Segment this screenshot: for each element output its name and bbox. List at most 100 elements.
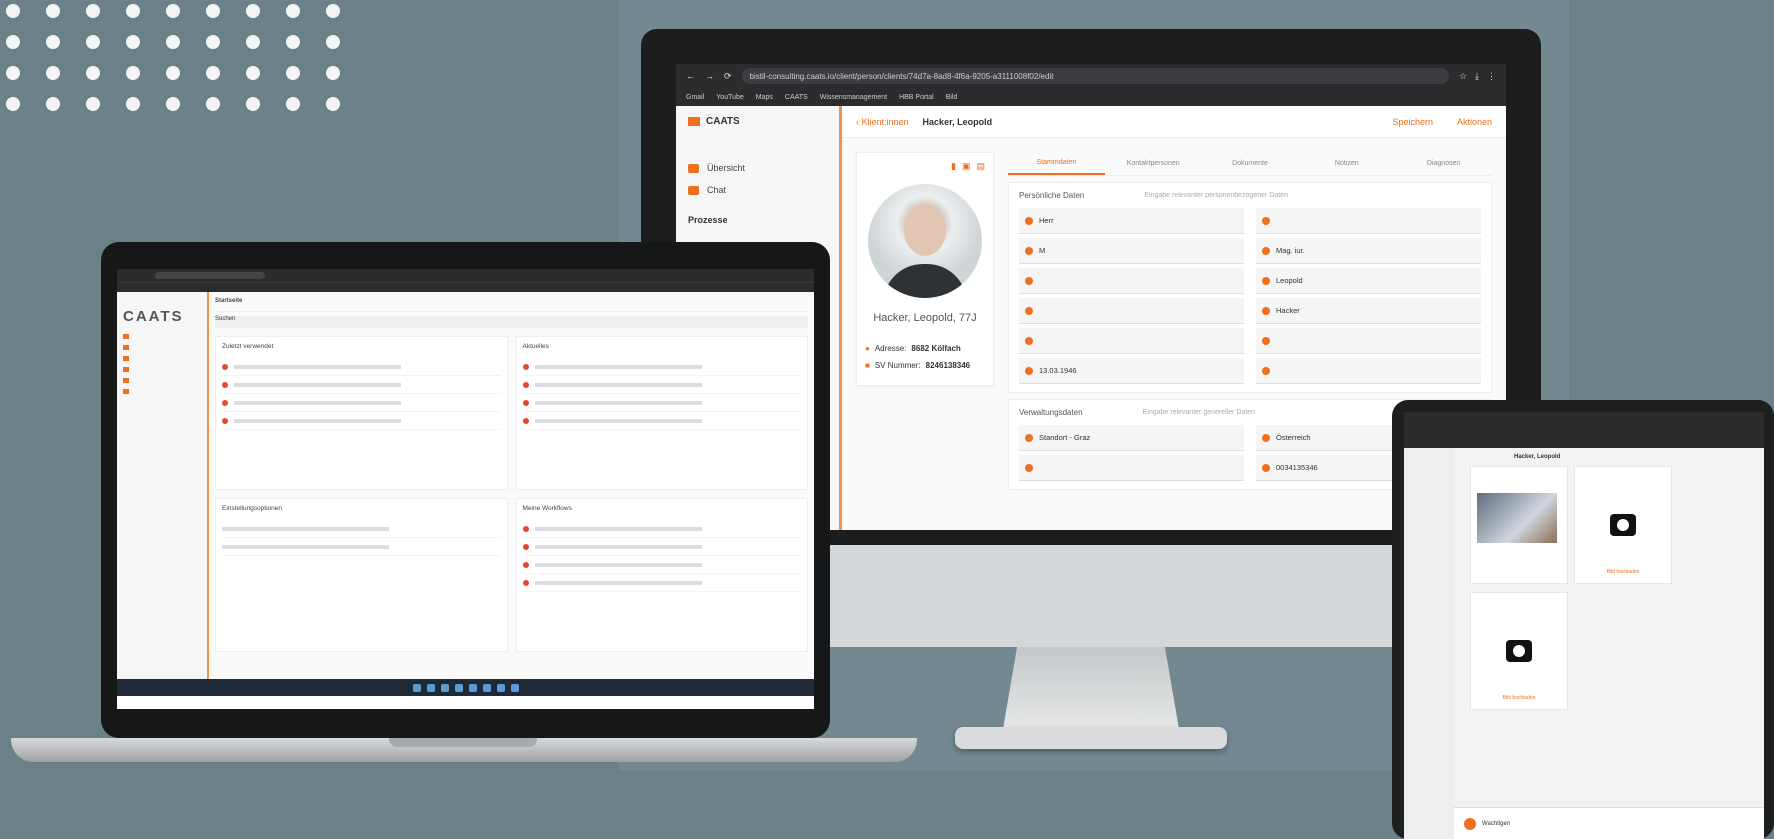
- actions-menu[interactable]: Aktionen: [1457, 117, 1492, 127]
- list-item[interactable]: [522, 412, 801, 430]
- upload-link[interactable]: Bild hochladen: [1471, 695, 1567, 701]
- sidebar-item[interactable]: [123, 386, 201, 397]
- form-field[interactable]: Leopold: [1256, 268, 1481, 294]
- download-icon[interactable]: ⤓: [1475, 71, 1479, 82]
- app-icon[interactable]: [468, 683, 477, 692]
- image-upload-card[interactable]: Bild hochladen: [1574, 466, 1672, 584]
- address-bar[interactable]: [155, 272, 265, 279]
- app-icon[interactable]: [510, 683, 519, 692]
- tab-diagnoses[interactable]: Diagnosen: [1395, 153, 1492, 174]
- save-button[interactable]: Speichern: [1392, 117, 1433, 127]
- sidebar-item-chat[interactable]: Chat: [688, 179, 827, 201]
- bookmark[interactable]: CAATS: [785, 94, 808, 101]
- decorative-dot: [126, 4, 140, 18]
- app-icon[interactable]: [482, 683, 491, 692]
- sidebar-item-overview[interactable]: Übersicht: [688, 157, 827, 179]
- form-field[interactable]: 13.03.1946: [1019, 358, 1244, 384]
- list-item[interactable]: [222, 412, 501, 430]
- page-title: Startseite: [215, 298, 808, 312]
- decorative-dot: [86, 97, 100, 111]
- decorative-dot: [126, 66, 140, 80]
- form-field[interactable]: M: [1019, 238, 1244, 264]
- trash-icon[interactable]: ▮: [951, 161, 956, 172]
- tab-documents[interactable]: Dokumente: [1202, 153, 1299, 174]
- list-item[interactable]: [222, 394, 501, 412]
- decorative-dot: [126, 35, 140, 49]
- bookmark[interactable]: YouTube: [716, 94, 744, 101]
- back-to-clients-link[interactable]: ‹ Klient:innen: [856, 117, 909, 127]
- app-icon[interactable]: [426, 683, 435, 692]
- sidebar-item[interactable]: [123, 353, 201, 364]
- app-sidebar: [1404, 448, 1454, 839]
- app-icon[interactable]: [496, 683, 505, 692]
- form-field[interactable]: [1256, 328, 1481, 354]
- form-field[interactable]: [1256, 358, 1481, 384]
- list-item[interactable]: [222, 358, 501, 376]
- document-icon[interactable]: ▤: [976, 161, 985, 172]
- sidebar-item[interactable]: [123, 364, 201, 375]
- menu-icon[interactable]: ⋮: [1487, 71, 1496, 82]
- back-arrow-icon[interactable]: ←: [686, 71, 695, 81]
- decorative-dot: [286, 35, 300, 49]
- list-item[interactable]: [522, 556, 801, 574]
- sidebar-item[interactable]: [123, 375, 201, 386]
- list-item[interactable]: [222, 376, 501, 394]
- client-photo: [1477, 493, 1557, 543]
- windows-icon[interactable]: [412, 683, 421, 692]
- person-icon: [1262, 433, 1270, 442]
- app-logo[interactable]: CAATS: [123, 308, 201, 325]
- list-item[interactable]: [522, 520, 801, 538]
- sidebar-item[interactable]: [123, 342, 201, 353]
- tab-notes[interactable]: Notizen: [1298, 153, 1395, 174]
- location-icon: ●: [865, 344, 870, 353]
- list-item[interactable]: [222, 538, 501, 556]
- tab-contacts[interactable]: Kontaktpersonen: [1105, 153, 1202, 174]
- form-field[interactable]: [1256, 208, 1481, 234]
- decorative-dot: [86, 66, 100, 80]
- tab-master-data[interactable]: Stammdaten: [1008, 152, 1105, 175]
- form-field[interactable]: Herr: [1019, 208, 1244, 234]
- bookmark[interactable]: Bild: [946, 94, 958, 101]
- briefcase-icon[interactable]: ▣: [962, 161, 971, 172]
- reload-icon[interactable]: ⟳: [724, 71, 732, 82]
- footer-bar: Wachtlgen: [1454, 807, 1764, 839]
- person-icon: [1262, 306, 1270, 315]
- image-upload-card[interactable]: Bild hochladen: [1470, 592, 1568, 710]
- bookmark[interactable]: Gmail: [686, 94, 704, 101]
- bookmark[interactable]: Maps: [756, 94, 773, 101]
- list-item[interactable]: [222, 520, 501, 538]
- list-item[interactable]: [522, 376, 801, 394]
- image-card[interactable]: [1470, 466, 1568, 584]
- list-item[interactable]: [522, 574, 801, 592]
- app-logo[interactable]: CAATS: [688, 116, 827, 127]
- list-item[interactable]: [522, 394, 801, 412]
- address-bar[interactable]: bistil-consulting.caats.io/client/person…: [741, 68, 1449, 84]
- list-item[interactable]: [522, 538, 801, 556]
- bookmark[interactable]: HBB Portal: [899, 94, 934, 101]
- upload-link[interactable]: Bild hochladen: [1575, 569, 1671, 575]
- star-icon[interactable]: ☆: [1459, 71, 1467, 82]
- person-icon: [1262, 246, 1270, 255]
- form-field[interactable]: [1019, 455, 1244, 481]
- form-field[interactable]: [1019, 328, 1244, 354]
- person-icon: [1025, 306, 1033, 315]
- sidebar-section-processes[interactable]: Prozesse: [688, 215, 827, 225]
- bookmark[interactable]: Wissensmanagement: [820, 94, 887, 101]
- person-icon: [1262, 463, 1270, 472]
- form-field[interactable]: [1019, 268, 1244, 294]
- form-field[interactable]: Standort - Graz: [1019, 425, 1244, 451]
- avatar: [868, 184, 982, 298]
- app-icon[interactable]: [454, 683, 463, 692]
- decorative-dot: [326, 4, 340, 18]
- form-field[interactable]: Mag. iur.: [1256, 238, 1481, 264]
- person-icon: [1262, 216, 1270, 225]
- document-icon: [123, 389, 129, 394]
- list-item[interactable]: [522, 358, 801, 376]
- section-subtitle: Eingabe relevanter personenbezogener Dat…: [1144, 192, 1288, 199]
- form-field[interactable]: Hacker: [1256, 298, 1481, 324]
- search-input[interactable]: Suchen: [215, 316, 808, 328]
- forward-arrow-icon[interactable]: →: [705, 71, 714, 81]
- form-field[interactable]: [1019, 298, 1244, 324]
- app-icon[interactable]: [440, 683, 449, 692]
- sidebar-item[interactable]: [123, 331, 201, 342]
